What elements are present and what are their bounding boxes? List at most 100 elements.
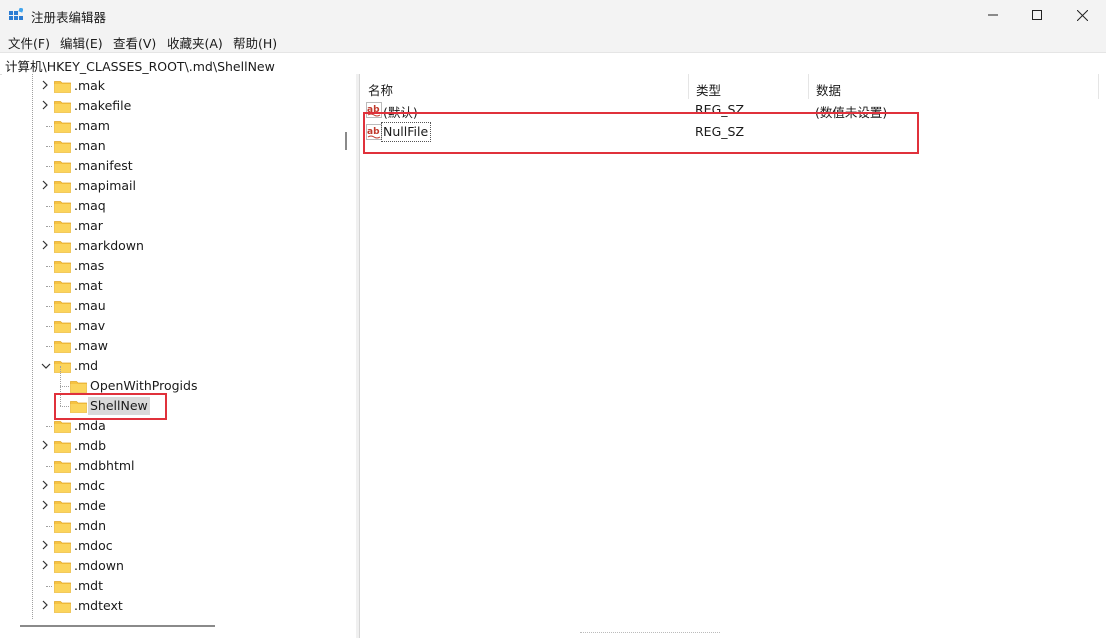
tree-item[interactable]: .mda xyxy=(2,416,342,436)
close-button[interactable] xyxy=(1059,0,1105,30)
menu-bar: 文件(F) 编辑(E) 查看(V) 收藏夹(A) 帮助(H) xyxy=(0,30,1106,52)
tree-item[interactable]: .mdbhtml xyxy=(2,456,342,476)
tree-item[interactable]: .mas xyxy=(2,256,342,276)
tree-vertical-scrollbar[interactable] xyxy=(345,132,347,150)
menu-help[interactable]: 帮助(H) xyxy=(233,33,277,52)
values-list[interactable]: 名称 类型 数据 ab (默认) REG_SZ (数值未设置) ab NullF… xyxy=(359,74,1106,638)
title-bar: 注册表编辑器 xyxy=(0,0,1106,30)
tree-item[interactable]: .mdown xyxy=(2,556,342,576)
tree-item-child[interactable]: OpenWithProgids xyxy=(2,366,342,396)
tree-guide-line xyxy=(46,326,52,327)
close-icon xyxy=(1076,9,1088,21)
folder-icon xyxy=(54,539,71,553)
chevron-right-icon[interactable] xyxy=(40,179,50,191)
chevron-right-icon[interactable] xyxy=(40,99,50,111)
maximize-button[interactable] xyxy=(1014,0,1060,30)
tree-item[interactable]: .maq xyxy=(2,196,342,216)
tree-item[interactable]: .mdb xyxy=(2,436,342,456)
menu-file[interactable]: 文件(F) xyxy=(8,33,50,52)
tree-guide-line xyxy=(46,126,52,127)
chevron-right-icon[interactable] xyxy=(40,499,50,511)
folder-icon xyxy=(54,239,71,253)
tree-item[interactable]: .mar xyxy=(2,216,342,236)
folder-icon xyxy=(54,139,71,153)
tree-guide-line xyxy=(46,346,52,347)
tree-item[interactable]: .mak xyxy=(2,76,342,96)
tree-item-label: .mda xyxy=(74,418,106,433)
tree-item[interactable]: .mav xyxy=(2,316,342,336)
folder-icon xyxy=(54,419,71,433)
tree-item[interactable]: .maw xyxy=(2,336,342,356)
tree-item-label: .mdc xyxy=(74,478,105,493)
tree-item-label: .mar xyxy=(74,218,103,233)
folder-icon xyxy=(54,479,71,493)
folder-icon xyxy=(54,319,71,333)
tree-item[interactable]: .mapimail xyxy=(2,176,342,196)
tree-item-label: OpenWithProgids xyxy=(90,378,198,393)
menu-favorites[interactable]: 收藏夹(A) xyxy=(167,33,223,52)
tree-guide-line xyxy=(46,206,52,207)
folder-icon xyxy=(54,519,71,533)
tree-item-label: .mak xyxy=(74,78,106,93)
menu-edit[interactable]: 编辑(E) xyxy=(60,33,103,52)
chevron-down-icon[interactable] xyxy=(40,359,51,371)
tree-item[interactable]: .mdtext xyxy=(2,596,342,616)
folder-icon xyxy=(54,99,71,113)
folder-icon xyxy=(54,279,71,293)
tree-item[interactable]: .mde xyxy=(2,496,342,516)
menu-view[interactable]: 查看(V) xyxy=(113,33,156,52)
tree-item[interactable]: .mdc xyxy=(2,476,342,496)
folder-icon xyxy=(54,159,71,173)
tree-item[interactable]: .mdn xyxy=(2,516,342,536)
tree-item-label: .mas xyxy=(74,258,105,273)
highlight-shellnew-key xyxy=(54,393,167,420)
tree-item[interactable]: .mat xyxy=(2,276,342,296)
tree-item[interactable]: .mdt xyxy=(2,576,342,596)
chevron-right-icon[interactable] xyxy=(40,479,50,491)
column-data-header[interactable]: 数据 xyxy=(808,74,1098,99)
address-path[interactable]: 计算机\HKEY_CLASSES_ROOT\.md\ShellNew xyxy=(5,56,275,75)
minimize-icon xyxy=(988,14,998,16)
chevron-right-icon[interactable] xyxy=(40,559,50,571)
folder-icon xyxy=(54,199,71,213)
column-type-header[interactable]: 类型 xyxy=(688,74,808,99)
tree-item-label: .mapimail xyxy=(74,178,136,193)
tree-item[interactable]: .manifest xyxy=(2,156,342,176)
column-name-header[interactable]: 名称 xyxy=(360,74,688,99)
tree-item[interactable]: .mau xyxy=(2,296,342,316)
tree-item[interactable]: .markdown xyxy=(2,236,342,256)
highlight-nullfile-value xyxy=(363,112,919,154)
tree-item[interactable]: .man xyxy=(2,136,342,156)
address-bar[interactable]: 计算机\HKEY_CLASSES_ROOT\.md\ShellNew xyxy=(0,52,1106,75)
partial-tooltip-fragment xyxy=(580,632,720,637)
window-title: 注册表编辑器 xyxy=(31,10,107,25)
tree-item[interactable]: .mdoc xyxy=(2,536,342,556)
folder-icon xyxy=(70,379,87,393)
tree-item-label: .manifest xyxy=(74,158,133,173)
folder-icon xyxy=(54,179,71,193)
tree-guide-line xyxy=(46,226,52,227)
tree-guide-line xyxy=(46,266,52,267)
tree-horizontal-scrollbar[interactable] xyxy=(20,625,215,627)
folder-icon xyxy=(54,579,71,593)
key-tree[interactable]: .mak .makefile .mam .man .manifest .mapimail.… xyxy=(2,74,356,636)
tree-item[interactable]: .md xyxy=(2,356,342,376)
tree-item-label: .mdbhtml xyxy=(74,458,135,473)
chevron-right-icon[interactable] xyxy=(40,599,50,611)
tree-item-label: .mdb xyxy=(74,438,107,453)
tree-guide-line xyxy=(46,146,52,147)
tree-guide-line xyxy=(46,466,52,467)
chevron-right-icon[interactable] xyxy=(40,439,50,451)
tree-item-label: .mdown xyxy=(74,558,124,573)
chevron-right-icon[interactable] xyxy=(40,239,50,251)
tree-item[interactable]: .makefile xyxy=(2,96,342,116)
tree-item-label: .makefile xyxy=(74,98,132,113)
tree-item-child[interactable]: ShellNew xyxy=(2,386,342,416)
maximize-icon xyxy=(1032,10,1042,20)
chevron-right-icon[interactable] xyxy=(40,539,50,551)
tree-item-label: .mav xyxy=(74,318,106,333)
tree-item[interactable]: .mam xyxy=(2,116,342,136)
minimize-button[interactable] xyxy=(970,0,1016,30)
chevron-right-icon[interactable] xyxy=(40,79,50,91)
tree-item-label: .maq xyxy=(74,198,106,213)
